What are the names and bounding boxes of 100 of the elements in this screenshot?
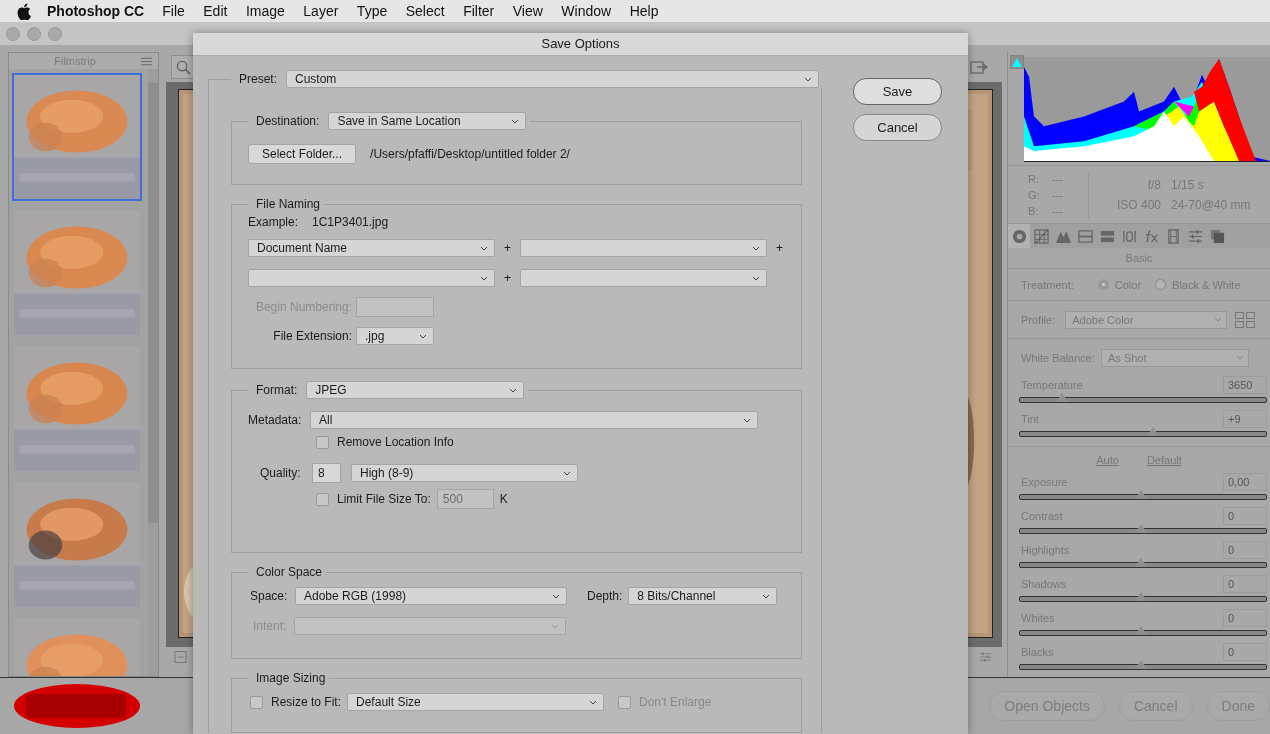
- menu-item[interactable]: Select: [405, 3, 445, 19]
- field-label: Format:: [256, 383, 298, 397]
- chevron-icon: [511, 118, 520, 124]
- slider-thumb[interactable]: [1134, 626, 1147, 635]
- field-label: Depth:: [587, 589, 623, 603]
- dialog-button[interactable]: Save: [853, 78, 942, 105]
- slider-thumb[interactable]: [1055, 393, 1068, 402]
- field-label: Quality:: [260, 466, 302, 480]
- field-label: File Extension:: [272, 329, 352, 343]
- chevron-icon: [480, 245, 488, 251]
- dropdown[interactable]: All: [310, 411, 758, 429]
- chevron-icon: [509, 387, 518, 393]
- plus-sign: +: [503, 241, 512, 255]
- grid-icon[interactable]: [1235, 311, 1256, 328]
- menu-item[interactable]: Filter: [463, 3, 495, 19]
- plus-sign: +: [775, 241, 784, 255]
- menu-icon[interactable]: [141, 56, 152, 66]
- split-square-icon: [1077, 228, 1093, 244]
- channel-value: ---: [1052, 204, 1063, 217]
- film-icon: [1165, 228, 1181, 244]
- field-label: Space:: [250, 589, 289, 603]
- dropdown[interactable]: 8 Bits/Channel: [628, 587, 778, 605]
- dropdown[interactable]: JPEG: [306, 381, 525, 399]
- scrollbar[interactable]: [148, 69, 158, 676]
- dropdown[interactable]: Custom: [286, 70, 819, 88]
- plus-sign: +: [503, 271, 512, 285]
- search-icon: [175, 59, 191, 75]
- lens-icon: [1121, 228, 1137, 244]
- dropdown[interactable]: [520, 269, 767, 287]
- sliders-icon[interactable]: [979, 651, 992, 663]
- chevron-icon: [804, 76, 812, 82]
- group-title: Image Sizing: [256, 671, 326, 685]
- menu-item[interactable]: Layer: [303, 3, 339, 19]
- chevron-icon: [480, 275, 488, 281]
- stack-icon: [1209, 228, 1225, 244]
- field-label: Example:: [248, 215, 299, 229]
- slider-thumb[interactable]: [1134, 592, 1147, 601]
- dropdown[interactable]: [248, 269, 495, 287]
- menu-item[interactable]: Edit: [203, 3, 228, 19]
- menu-item[interactable]: Type: [356, 3, 388, 19]
- dialog-button[interactable]: Cancel: [853, 114, 942, 141]
- dialog-title: Save Options: [193, 33, 968, 56]
- field-label: Metadata:: [248, 413, 303, 427]
- channel-value: ---: [1052, 188, 1063, 201]
- radio-button[interactable]: [1097, 279, 1109, 290]
- slider-thumb[interactable]: [1134, 524, 1147, 533]
- menu-item[interactable]: Window: [561, 3, 612, 19]
- example-filename: 1C1P3401.jpg: [312, 215, 389, 229]
- select-folder-button[interactable]: Select Folder...: [248, 144, 357, 164]
- chevron-icon: [752, 275, 760, 281]
- apple-logo-icon[interactable]: [17, 2, 31, 20]
- menu-item[interactable]: View: [512, 3, 543, 19]
- menu-item[interactable]: File: [162, 3, 185, 19]
- input-field[interactable]: [356, 297, 434, 317]
- unit-label: K: [499, 492, 508, 506]
- zoom-out-icon[interactable]: [174, 651, 187, 663]
- radio-button[interactable]: [1155, 279, 1167, 290]
- sliders-icon: [1187, 228, 1203, 244]
- chevron-icon: [743, 417, 751, 423]
- dropdown[interactable]: .jpg: [356, 327, 434, 345]
- chevron-icon: [551, 623, 559, 629]
- two-bars-icon: [1099, 228, 1115, 244]
- slider-thumb[interactable]: [1134, 558, 1147, 567]
- checkbox-label: Remove Location Info: [337, 435, 454, 449]
- chevron-icon: [1214, 317, 1223, 322]
- dropdown[interactable]: Document Name: [248, 239, 495, 257]
- window-control-button[interactable]: [6, 26, 20, 41]
- scrollbar-thumb[interactable]: [148, 83, 158, 523]
- fx-icon: [1143, 228, 1159, 244]
- window-control-button[interactable]: [48, 26, 62, 41]
- export-icon[interactable]: [970, 59, 988, 75]
- dropdown[interactable]: Save in Same Location: [328, 112, 527, 130]
- menu-item[interactable]: Image: [245, 3, 285, 19]
- slider-thumb[interactable]: [1146, 427, 1159, 436]
- clipping-warning-icon[interactable]: [1010, 55, 1024, 69]
- dropdown[interactable]: [520, 239, 767, 257]
- dropdown[interactable]: Adobe RGB (1998): [295, 587, 567, 605]
- window-control-button[interactable]: [27, 26, 41, 41]
- chevron-icon: [419, 333, 427, 339]
- dropdown[interactable]: High (8-9): [351, 464, 578, 482]
- grid-curve-icon: [1033, 228, 1049, 244]
- folder-path: /Users/pfaffi/Desktop/untitled folder 2/: [370, 147, 570, 161]
- menu-item[interactable]: Help: [629, 3, 659, 19]
- chevron-icon: [762, 593, 771, 599]
- chevron-icon: [552, 593, 560, 599]
- channel-value: ---: [1052, 172, 1063, 185]
- app-name: Photoshop CC: [47, 3, 145, 19]
- group-title: Color Space: [256, 565, 323, 579]
- chevron-icon: [1236, 355, 1244, 360]
- mountain-icon: [1055, 228, 1071, 244]
- dropdown[interactable]: Default Size: [347, 693, 605, 711]
- dropdown[interactable]: [294, 617, 566, 635]
- slider-thumb[interactable]: [1134, 490, 1147, 499]
- checkbox[interactable]: [250, 695, 263, 709]
- field-label: Destination:: [256, 114, 320, 128]
- zoom-tool-button[interactable]: [171, 55, 195, 79]
- panel-tab[interactable]: [1008, 224, 1030, 248]
- checkbox[interactable]: [316, 435, 329, 449]
- chevron-icon: [563, 470, 571, 476]
- input-field[interactable]: 8: [312, 463, 341, 483]
